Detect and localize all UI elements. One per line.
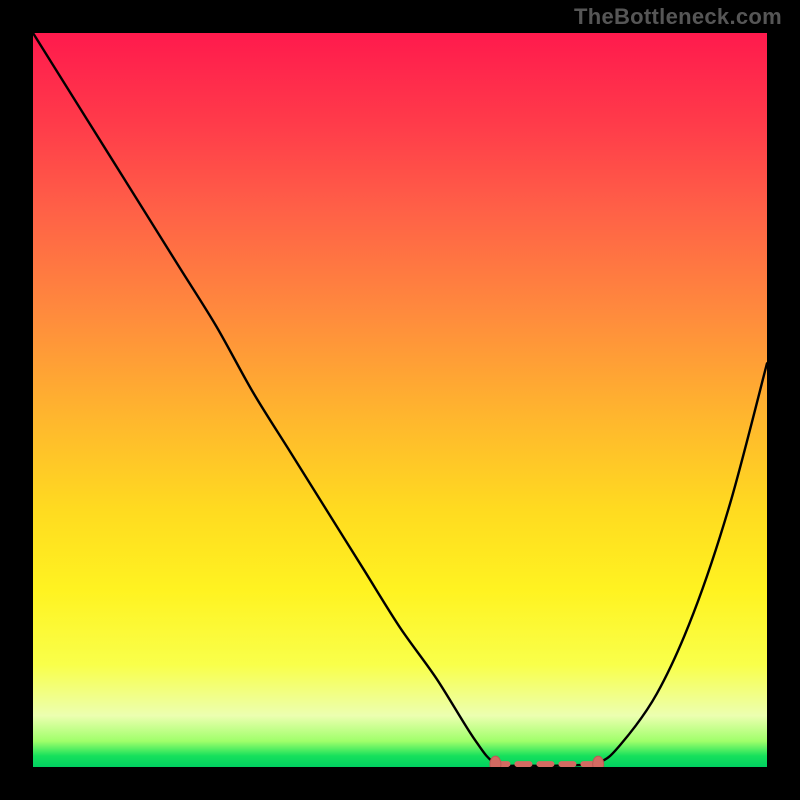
optimal-range-cap-right: [593, 756, 604, 767]
bottleneck-curve-line: [33, 33, 767, 766]
optimal-range-marker: [490, 756, 604, 767]
bottleneck-curve-svg: [33, 33, 767, 767]
watermark-label: TheBottleneck.com: [574, 4, 782, 30]
chart-frame: TheBottleneck.com: [0, 0, 800, 800]
plot-area: [33, 33, 767, 767]
optimal-range-cap-left: [490, 756, 501, 767]
